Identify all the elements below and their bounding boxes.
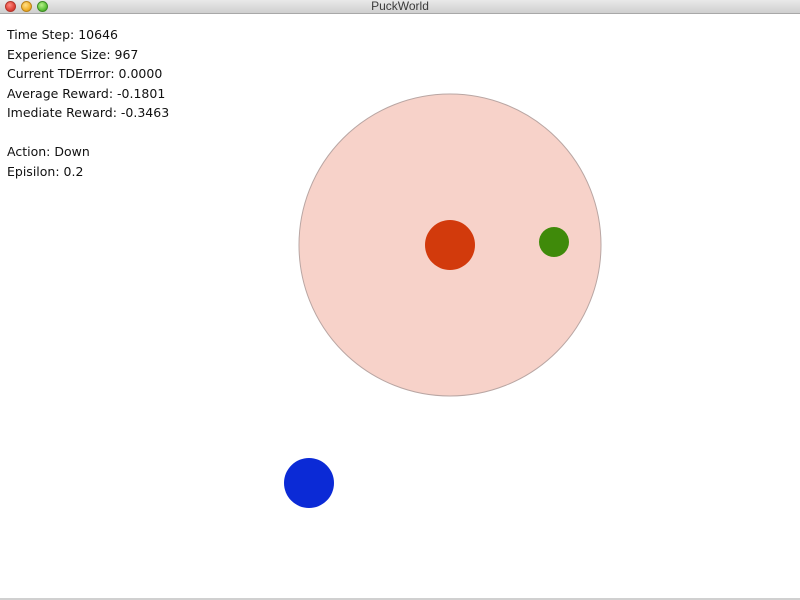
td-error-label: Current TDErrror: 0.0000 <box>7 66 163 81</box>
time-step-label: Time Step: 10646 <box>7 27 118 42</box>
action-label: Action: Down <box>7 144 90 159</box>
average-reward-label: Average Reward: -0.1801 <box>7 85 166 101</box>
epsilon-label: Episilon: 0.2 <box>7 163 84 179</box>
target-puck <box>539 227 569 257</box>
window-title: PuckWorld <box>371 0 429 13</box>
enemy-puck <box>425 220 475 270</box>
immediate-reward-label: Imediate Reward: -0.3463 <box>7 105 170 120</box>
stats-panel: Time Step: 10646 Experience Size: 967 Cu… <box>7 25 169 181</box>
title-bar: PuckWorld <box>0 0 800 14</box>
puckworld-window: PuckWorld Time Step: 10646 Experience Si… <box>0 0 800 600</box>
experience-size-label: Experience Size: 967 <box>7 46 139 62</box>
agent-puck <box>284 458 334 508</box>
